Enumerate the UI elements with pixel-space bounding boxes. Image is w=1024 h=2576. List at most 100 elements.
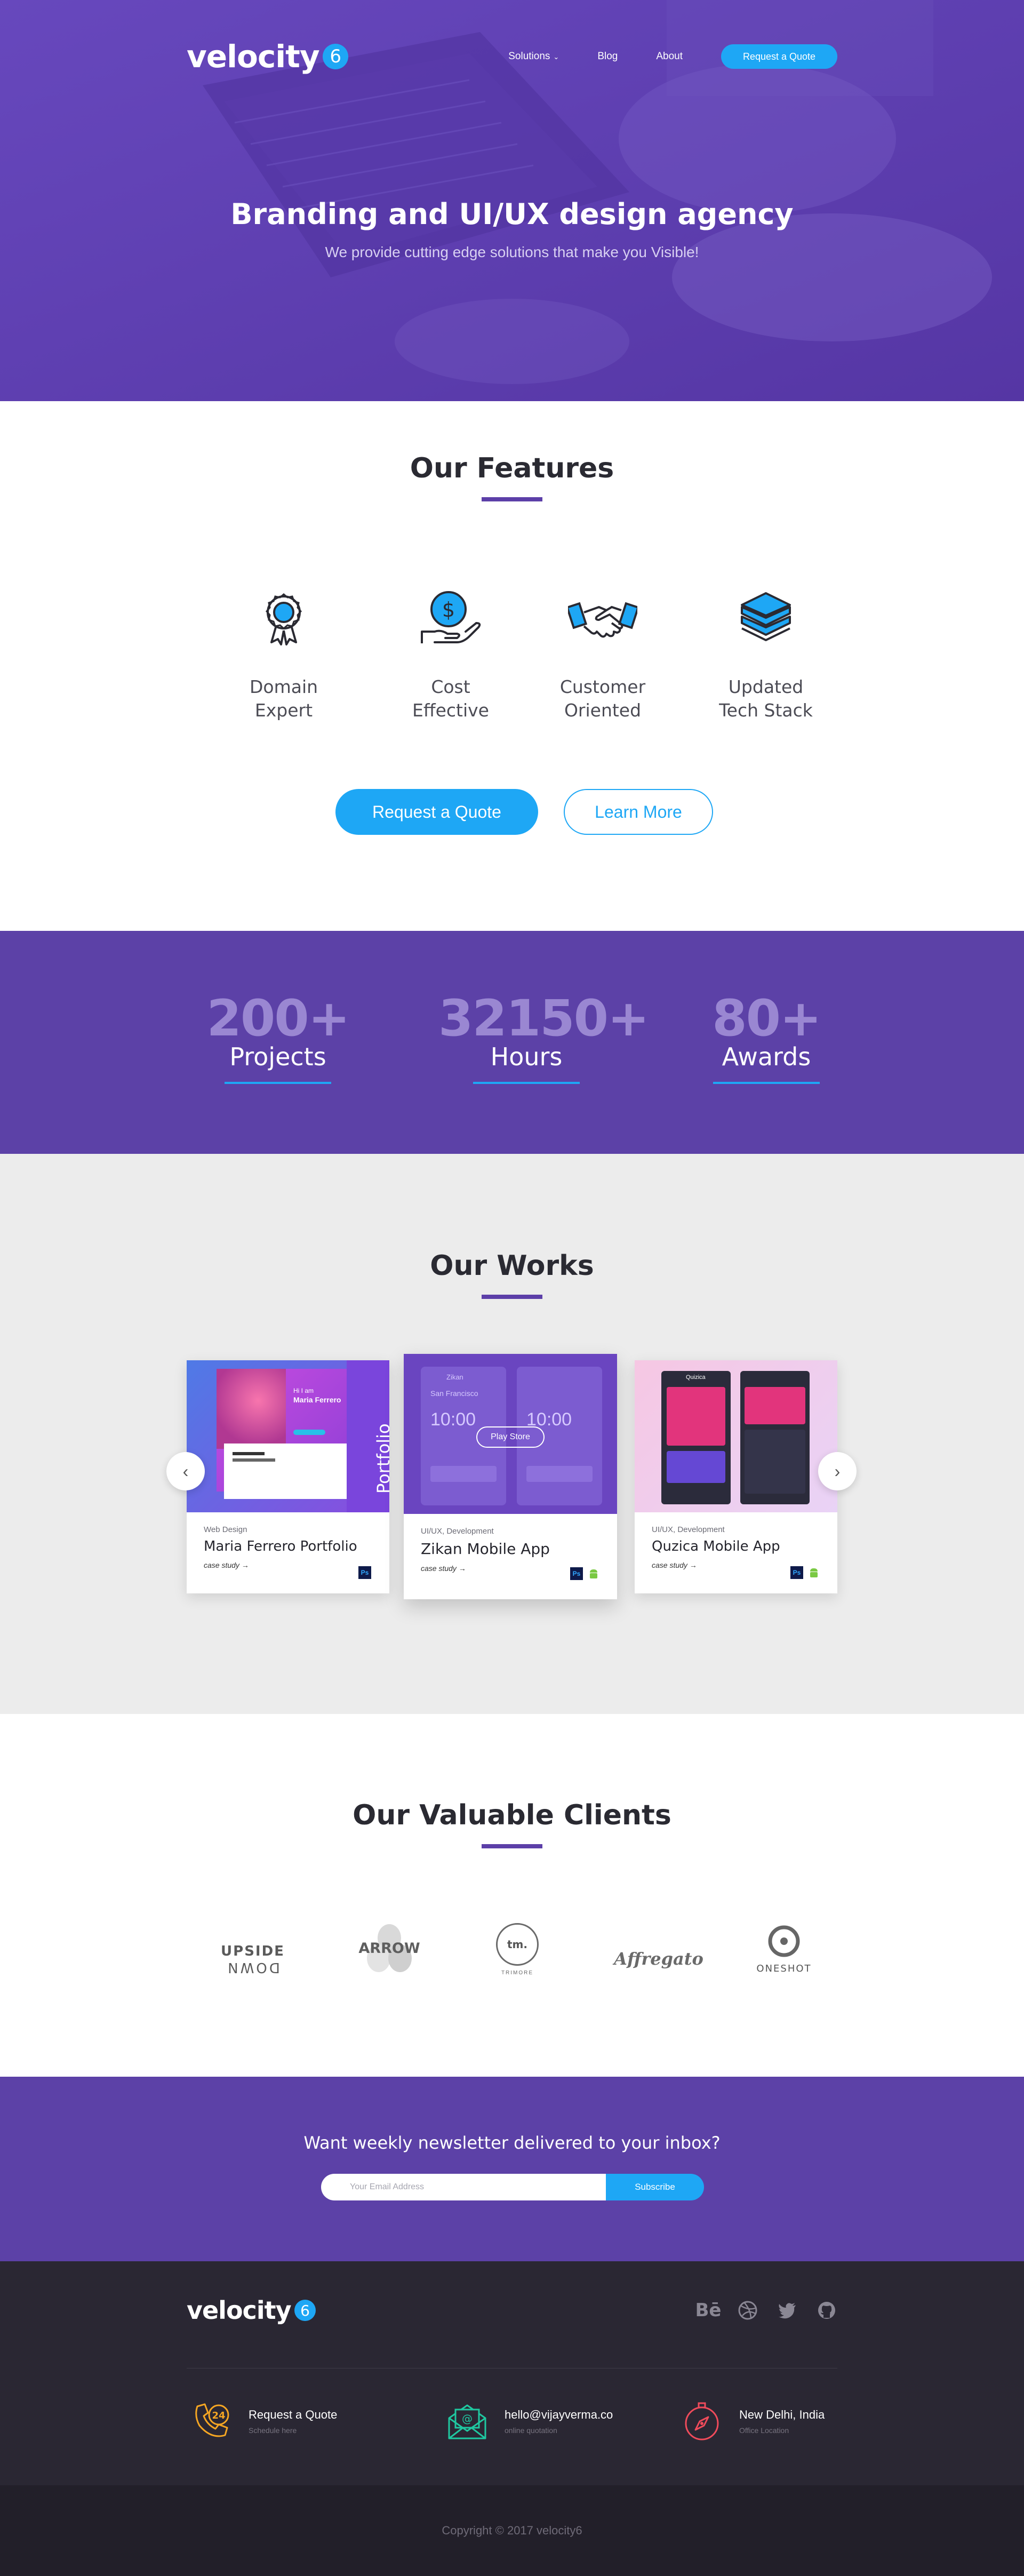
- award-icon: [266, 593, 302, 645]
- android-icon: [810, 1568, 818, 1577]
- stat-underline: [225, 1082, 331, 1084]
- client-name-inverted: DOWN: [226, 1959, 280, 1975]
- photoshop-icon: Ps: [358, 1566, 371, 1579]
- oneshot-logo-mark: [768, 1925, 800, 1957]
- nav-solutions[interactable]: Solutions ⌄: [508, 51, 559, 62]
- email-icon: @: [448, 2404, 486, 2439]
- mockup-button: [293, 1430, 325, 1435]
- money-hand-icon: $: [421, 591, 481, 643]
- title-underline: [482, 1844, 542, 1848]
- contact-title: hello@vijayverma.co: [505, 2408, 613, 2421]
- top-navigation: velocity 6 Solutions ⌄ Blog About Request…: [187, 38, 837, 75]
- work-card-quzica[interactable]: Quizica UI/UX, Development Quzica Mobile…: [635, 1360, 837, 1593]
- learn-more-button[interactable]: Learn More: [564, 789, 713, 835]
- footer-logo[interactable]: velocity 6: [187, 2296, 316, 2325]
- app-city: San Francisco: [430, 1389, 478, 1398]
- contact-location[interactable]: New Delhi, India Office Location: [681, 2400, 825, 2443]
- stat-underline: [473, 1082, 580, 1084]
- contact-text: Request a Quote Schedule here: [249, 2408, 337, 2435]
- github-icon[interactable]: [816, 2300, 837, 2321]
- work-card-maria-ferrero[interactable]: Hi I am Maria Ferrero Portfolio Web Desi…: [187, 1360, 389, 1593]
- nav-links: Solutions ⌄ Blog About Request a Quote: [508, 44, 837, 69]
- client-logo-oneshot: ONESHOT: [752, 1925, 816, 1974]
- work-card-image: Zikan San Francisco 10:00 10:00 Play Sto…: [404, 1354, 617, 1514]
- stat-number: 200+: [206, 990, 350, 1048]
- feature-label: Domain Expert: [249, 676, 318, 721]
- work-name: Maria Ferrero Portfolio: [204, 1538, 357, 1554]
- work-name: Zikan Mobile App: [421, 1540, 550, 1558]
- app-title: Zikan: [446, 1373, 463, 1381]
- work-card-body: UI/UX, Development Quzica Mobile App cas…: [635, 1512, 837, 1582]
- newsletter-section: Want weekly newsletter delivered to your…: [0, 2077, 1024, 2261]
- layers-icon: [741, 592, 791, 641]
- feature-customer-oriented: Customer Oriented: [539, 589, 667, 722]
- app-card-pink: [667, 1387, 725, 1446]
- works-title-text: Our Works: [430, 1250, 594, 1282]
- clients-title-text: Our Valuable Clients: [353, 1799, 671, 1831]
- features-cta-row: Request a Quote Learn More: [0, 789, 1024, 835]
- contact-subtitle: online quotation: [505, 2426, 557, 2435]
- mockup-greeting: Hi I am: [293, 1387, 314, 1394]
- logo[interactable]: velocity 6: [187, 38, 348, 75]
- title-underline: [482, 1295, 542, 1299]
- feature-cost-effective: $ Cost Effective: [387, 589, 515, 722]
- subscribe-button[interactable]: Subscribe: [606, 2174, 704, 2200]
- copyright-text: Copyright © 2017 velocity6: [442, 2524, 582, 2537]
- behance-icon[interactable]: Bē: [695, 2300, 722, 2321]
- chevron-down-icon: ⌄: [553, 53, 559, 61]
- copyright-bar: Copyright © 2017 velocity6: [0, 2485, 1024, 2576]
- features-title: Our Features: [0, 452, 1024, 501]
- contact-email[interactable]: @ hello@vijayverma.co online quotation: [446, 2400, 613, 2443]
- hero-subtitle: We provide cutting edge solutions that m…: [325, 244, 699, 260]
- features-title-text: Our Features: [410, 452, 614, 484]
- contact-text: hello@vijayverma.co online quotation: [505, 2408, 613, 2435]
- stat-number: 80+: [712, 990, 822, 1048]
- carousel-next-button[interactable]: ›: [818, 1452, 857, 1490]
- nav-blog[interactable]: Blog: [597, 51, 618, 62]
- case-study-link[interactable]: case study →: [204, 1561, 372, 1569]
- stat-hours: 32150+ Hours: [438, 990, 650, 1084]
- svg-text:$: $: [442, 598, 455, 621]
- feature-label: Cost Effective: [412, 676, 489, 721]
- phone-24-icon: 24: [195, 2403, 229, 2437]
- stat-underline: [713, 1082, 820, 1084]
- feature-label: Updated Tech Stack: [719, 676, 813, 721]
- svg-text:@: @: [462, 2412, 473, 2425]
- play-store-overlay-button[interactable]: Play Store: [476, 1426, 545, 1448]
- client-logo-upside-down: UPSIDE DOWN: [215, 1943, 290, 1975]
- work-card-body: UI/UX, Development Zikan Mobile App case…: [404, 1514, 617, 1585]
- email-input[interactable]: [321, 2174, 606, 2200]
- newsletter-title: Want weekly newsletter delivered to your…: [303, 2133, 721, 2153]
- contact-subtitle: Schedule here: [249, 2426, 297, 2435]
- portfolio-overlay-text: Portfolio: [373, 1423, 389, 1494]
- contact-title: Request a Quote: [249, 2408, 338, 2421]
- compass-icon: [685, 2402, 719, 2441]
- client-logo-affregato: Affregato: [613, 1949, 704, 1969]
- carousel-prev-button[interactable]: ‹: [166, 1452, 205, 1490]
- android-icon: [590, 1569, 597, 1578]
- request-quote-nav-button[interactable]: Request a Quote: [721, 44, 837, 69]
- hero-section: velocity 6 Solutions ⌄ Blog About Request…: [0, 0, 1024, 401]
- social-links: Bē: [695, 2300, 837, 2321]
- client-logo-arrow: ARROW: [352, 1922, 427, 1978]
- nav-about[interactable]: About: [656, 51, 683, 62]
- hero-title: Branding and UI/UX design agency: [230, 197, 794, 231]
- dribbble-icon[interactable]: [737, 2300, 758, 2321]
- work-card-zikan[interactable]: Zikan San Francisco 10:00 10:00 Play Sto…: [404, 1354, 617, 1599]
- work-card-image: Hi I am Maria Ferrero Portfolio: [187, 1360, 389, 1512]
- feature-label: Customer Oriented: [559, 676, 646, 721]
- contact-request-quote[interactable]: 24 Request a Quote Schedule here: [190, 2400, 337, 2443]
- works-title: Our Works: [0, 1250, 1024, 1299]
- photoshop-icon: Ps: [790, 1566, 803, 1579]
- app-card-purple: [667, 1451, 725, 1483]
- app-card-pink: [745, 1387, 805, 1424]
- client-name: UPSIDE: [221, 1943, 285, 1959]
- twitter-icon[interactable]: [777, 2300, 798, 2321]
- contact-subtitle: Office Location: [739, 2426, 789, 2435]
- work-category: UI/UX, Development: [421, 1527, 494, 1536]
- phone-24-badge: 24: [212, 2410, 225, 2421]
- request-quote-button[interactable]: Request a Quote: [335, 789, 538, 835]
- contact-text: New Delhi, India Office Location: [739, 2408, 825, 2435]
- work-category: Web Design: [204, 1525, 247, 1534]
- app-time: 10:00: [430, 1409, 476, 1430]
